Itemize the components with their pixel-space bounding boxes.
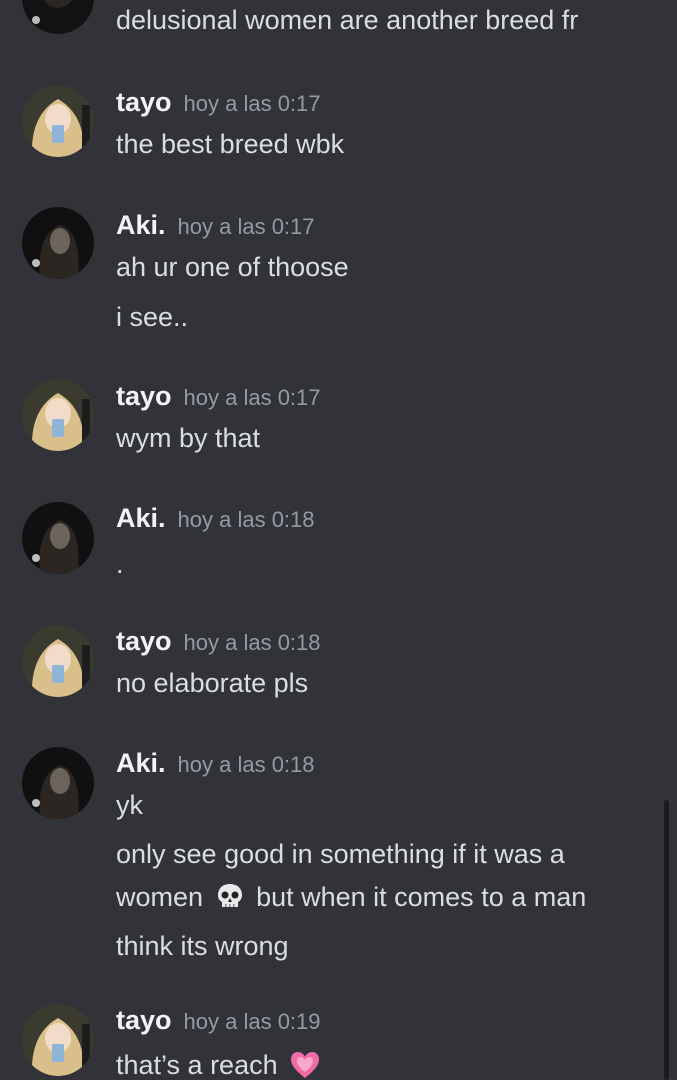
username[interactable]: tayo xyxy=(116,1005,172,1035)
username[interactable]: Aki. xyxy=(116,210,166,240)
timestamp: hoy a las 0:18 xyxy=(177,752,315,777)
timestamp: hoy a las 0:17 xyxy=(183,91,321,116)
username[interactable]: tayo xyxy=(116,87,172,117)
message-header: Aki. hoy a las 0:18 xyxy=(116,500,315,536)
message-text-part: that’s a reach xyxy=(116,1050,278,1080)
message-header: tayo hoy a las 0:19 xyxy=(116,1002,321,1038)
message-header: tayo hoy a las 0:17 xyxy=(116,378,321,414)
username[interactable]: Aki. xyxy=(116,503,166,533)
avatar-tayo[interactable] xyxy=(22,379,94,451)
avatar-tayo[interactable] xyxy=(22,85,94,157)
avatar-aki[interactable] xyxy=(22,207,94,279)
timestamp: hoy a las 0:17 xyxy=(177,214,315,239)
skull-emoji-icon xyxy=(215,882,245,925)
timestamp: hoy a las 0:17 xyxy=(183,385,321,410)
message-header: Aki. hoy a las 0:17 xyxy=(116,207,315,243)
username[interactable]: Aki. xyxy=(116,748,166,778)
avatar-tayo[interactable] xyxy=(22,625,94,697)
pink-heart-emoji-icon xyxy=(289,1049,321,1080)
message-text: delusional women are another breed fr xyxy=(116,5,579,35)
timestamp: hoy a las 0:18 xyxy=(183,630,321,655)
avatar-aki[interactable] xyxy=(22,502,94,574)
message-text: that’s a reach xyxy=(116,1043,636,1080)
username[interactable]: tayo xyxy=(116,381,172,411)
message-text: ah ur one of thoose xyxy=(116,252,349,282)
message-header: tayo hoy a las 0:18 xyxy=(116,623,321,659)
message-text: wym by that xyxy=(116,423,261,453)
timestamp: hoy a las 0:18 xyxy=(177,507,315,532)
message-text: i see.. xyxy=(116,302,189,332)
message-header: tayo hoy a las 0:17 xyxy=(116,84,321,120)
scrollbar[interactable] xyxy=(664,800,669,1080)
avatar-aki[interactable] xyxy=(22,747,94,819)
message-text: only see good in something if it was a w… xyxy=(116,833,636,968)
message-header: Aki. hoy a las 0:18 xyxy=(116,745,315,781)
message-text: . xyxy=(116,549,124,579)
username[interactable]: tayo xyxy=(116,626,172,656)
message-text: no elaborate pls xyxy=(116,668,309,698)
message-text: yk xyxy=(116,790,143,820)
timestamp: hoy a las 0:19 xyxy=(183,1009,321,1034)
message-text: the best breed wbk xyxy=(116,129,345,159)
avatar-aki[interactable] xyxy=(22,0,94,34)
avatar-tayo[interactable] xyxy=(22,1004,94,1076)
